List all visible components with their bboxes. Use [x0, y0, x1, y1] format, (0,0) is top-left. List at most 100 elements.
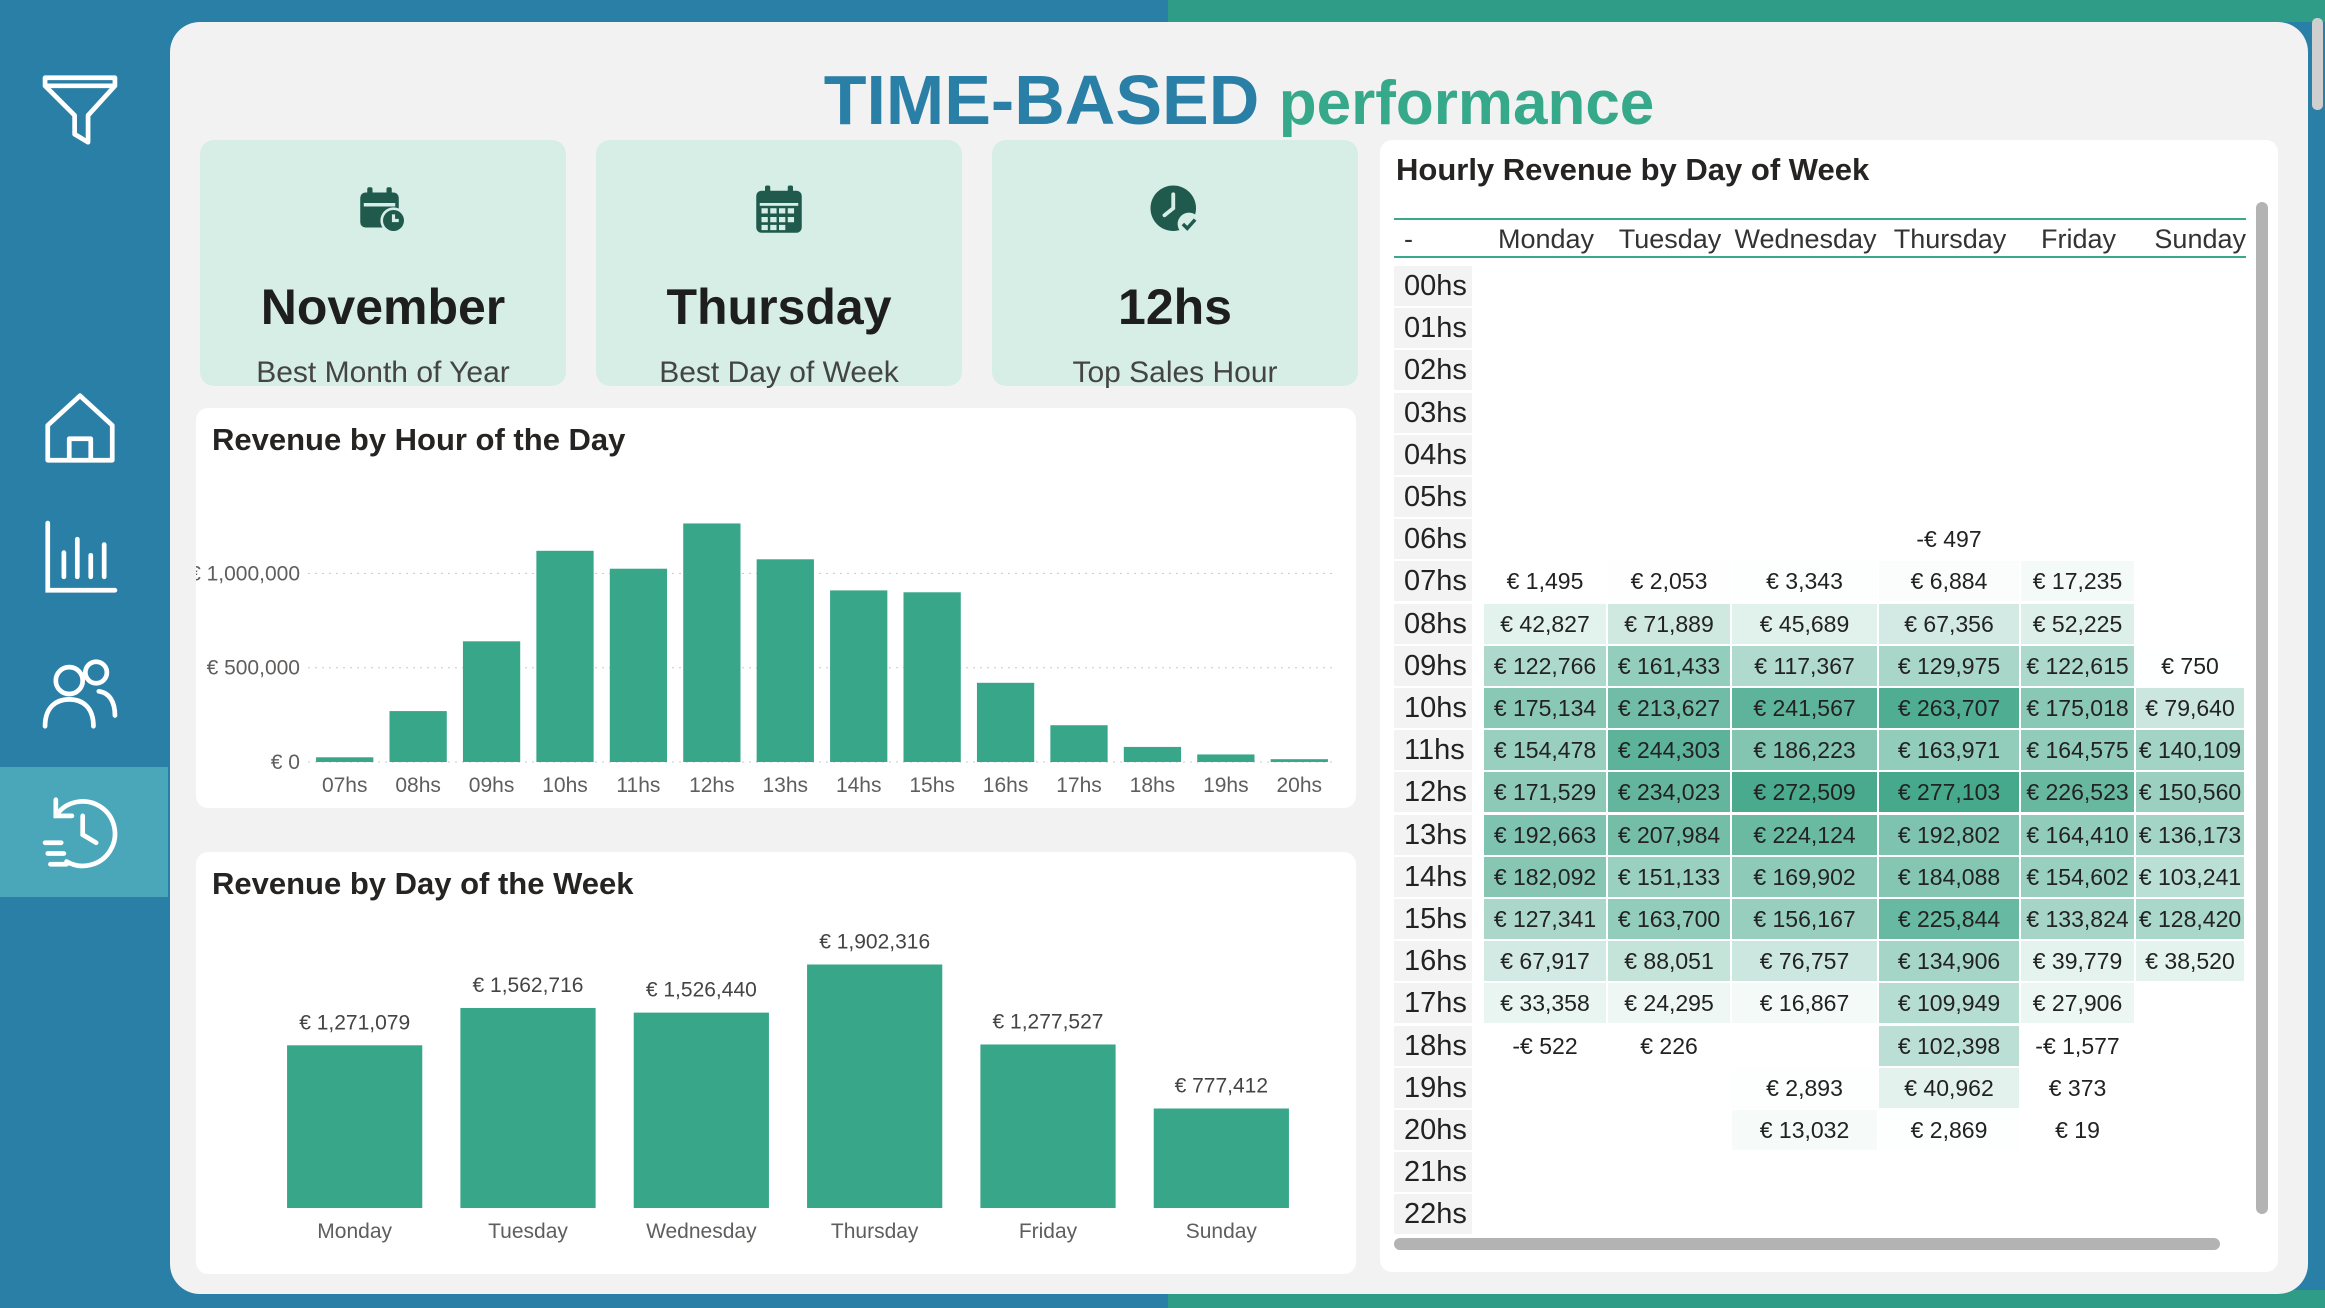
- matrix-horizontal-scrollbar[interactable]: [1394, 1238, 2220, 1250]
- matrix-cell[interactable]: € 175,018: [2021, 688, 2134, 728]
- matrix-cell[interactable]: € 161,433: [1608, 645, 1730, 686]
- column-header-tuesday[interactable]: Tuesday: [1608, 224, 1732, 255]
- matrix-cell[interactable]: € 150,560: [2136, 772, 2244, 813]
- matrix-cell[interactable]: € 102,398: [1879, 1025, 2019, 1066]
- bar[interactable]: [316, 757, 374, 762]
- bar[interactable]: [1153, 1108, 1289, 1208]
- bar[interactable]: [1050, 725, 1108, 762]
- matrix-cell[interactable]: € 117,367: [1732, 645, 1877, 686]
- matrix-cell[interactable]: € 226: [1608, 1025, 1730, 1066]
- matrix-cell[interactable]: € 122,615: [2021, 645, 2134, 686]
- matrix-cell[interactable]: € 234,023: [1608, 772, 1730, 813]
- matrix-cell[interactable]: € 39,779: [2021, 941, 2134, 982]
- matrix-cell[interactable]: € 40,962: [1879, 1067, 2019, 1108]
- matrix-cell[interactable]: € 128,420: [2136, 899, 2244, 939]
- matrix-cell[interactable]: € 154,478: [1484, 730, 1606, 771]
- bar[interactable]: [976, 682, 1035, 762]
- matrix-cell[interactable]: € 207,984: [1608, 814, 1730, 855]
- matrix-cell[interactable]: € 79,640: [2136, 688, 2244, 728]
- matrix-cell[interactable]: € 272,509: [1732, 772, 1877, 813]
- matrix-cell[interactable]: € 163,700: [1608, 899, 1730, 939]
- matrix-cell[interactable]: € 163,971: [1879, 730, 2019, 771]
- matrix-cell[interactable]: € 192,663: [1484, 814, 1606, 855]
- matrix-cell[interactable]: € 16,867: [1732, 983, 1877, 1024]
- column-header-thursday[interactable]: Thursday: [1879, 224, 2021, 255]
- matrix-cell[interactable]: € 164,575: [2021, 730, 2134, 771]
- matrix-cell[interactable]: € 17,235: [2021, 561, 2134, 602]
- matrix-cell[interactable]: € 184,088: [1879, 856, 2019, 897]
- matrix-cell[interactable]: € 154,602: [2021, 856, 2134, 897]
- matrix-cell[interactable]: € 19: [2021, 1110, 2134, 1150]
- matrix-cell[interactable]: € 122,766: [1484, 645, 1606, 686]
- history-icon[interactable]: [30, 782, 130, 882]
- matrix-cell[interactable]: € 169,902: [1732, 856, 1877, 897]
- matrix-cell[interactable]: € 213,627: [1608, 688, 1730, 728]
- matrix-cell[interactable]: € 241,567: [1732, 688, 1877, 728]
- matrix-cell[interactable]: € 224,124: [1732, 814, 1877, 855]
- matrix-cell[interactable]: € 263,707: [1879, 688, 2019, 728]
- matrix-cell[interactable]: € 42,827: [1484, 603, 1606, 644]
- column-header-monday[interactable]: Monday: [1484, 224, 1608, 255]
- matrix-cell[interactable]: € 27,906: [2021, 983, 2134, 1024]
- matrix-cell[interactable]: € 151,133: [1608, 856, 1730, 897]
- matrix-cell[interactable]: € 6,884: [1879, 561, 2019, 602]
- matrix-cell[interactable]: € 186,223: [1732, 730, 1877, 771]
- matrix-cell[interactable]: € 156,167: [1732, 899, 1877, 939]
- matrix-cell[interactable]: € 67,917: [1484, 941, 1606, 982]
- matrix-cell[interactable]: € 277,103: [1879, 772, 2019, 813]
- bar[interactable]: [609, 568, 668, 762]
- bar[interactable]: [830, 590, 888, 762]
- matrix-cell[interactable]: € 103,241: [2136, 856, 2244, 897]
- matrix-cell[interactable]: € 1,495: [1484, 561, 1606, 602]
- matrix-cell[interactable]: € 45,689: [1732, 603, 1877, 644]
- home-icon[interactable]: [30, 378, 130, 478]
- bar[interactable]: [462, 641, 521, 762]
- matrix-cell[interactable]: € 71,889: [1608, 603, 1730, 644]
- matrix-cell[interactable]: € 373: [2021, 1067, 2134, 1108]
- matrix-cell[interactable]: € 133,824: [2021, 899, 2134, 939]
- bar[interactable]: [536, 550, 594, 762]
- matrix-cell[interactable]: € 76,757: [1732, 941, 1877, 982]
- bar[interactable]: [980, 1044, 1116, 1208]
- bar[interactable]: [1270, 759, 1328, 762]
- matrix-cell[interactable]: € 67,356: [1879, 603, 2019, 644]
- bar[interactable]: [807, 964, 943, 1208]
- matrix-cell[interactable]: -€ 497: [1879, 519, 2019, 559]
- matrix-cell[interactable]: -€ 1,577: [2021, 1026, 2134, 1066]
- bar[interactable]: [903, 592, 961, 762]
- bar[interactable]: [756, 559, 814, 762]
- matrix-cell[interactable]: € 127,341: [1484, 899, 1606, 939]
- matrix-cell[interactable]: € 175,134: [1484, 688, 1606, 728]
- matrix-cell[interactable]: € 171,529: [1484, 772, 1606, 813]
- matrix-cell[interactable]: € 38,520: [2136, 941, 2244, 982]
- matrix-cell[interactable]: € 192,802: [1879, 814, 2019, 855]
- matrix-cell[interactable]: € 136,173: [2136, 814, 2244, 855]
- column-header-wednesday[interactable]: Wednesday: [1732, 224, 1879, 255]
- matrix-cell[interactable]: € 226,523: [2021, 772, 2134, 813]
- matrix-cell[interactable]: € 13,032: [1732, 1110, 1877, 1150]
- users-icon[interactable]: [30, 644, 130, 744]
- matrix-cell[interactable]: € 129,975: [1879, 645, 2019, 686]
- matrix-cell[interactable]: -€ 522: [1484, 1026, 1606, 1066]
- bar[interactable]: [633, 1012, 769, 1208]
- matrix-cell[interactable]: € 3,343: [1732, 561, 1877, 602]
- filter-icon[interactable]: [30, 60, 130, 160]
- bar[interactable]: [389, 711, 447, 762]
- matrix-cell[interactable]: € 134,906: [1879, 941, 2019, 982]
- bar[interactable]: [287, 1045, 423, 1208]
- matrix-cell[interactable]: € 244,303: [1608, 730, 1730, 771]
- column-header-friday[interactable]: Friday: [2021, 224, 2136, 255]
- matrix-cell[interactable]: € 2,869: [1879, 1110, 2019, 1150]
- matrix-cell[interactable]: € 750: [2136, 645, 2244, 686]
- page-scrollbar[interactable]: [2312, 18, 2323, 110]
- matrix-cell[interactable]: € 2,053: [1608, 561, 1730, 602]
- matrix-cell[interactable]: € 2,893: [1732, 1067, 1877, 1108]
- matrix-cell[interactable]: € 225,844: [1879, 899, 2019, 939]
- bar[interactable]: [1197, 754, 1255, 762]
- bar[interactable]: [683, 523, 741, 762]
- bar[interactable]: [1123, 746, 1182, 762]
- matrix-cell[interactable]: € 33,358: [1484, 983, 1606, 1024]
- matrix-cell[interactable]: € 109,949: [1879, 983, 2019, 1024]
- matrix-vertical-scrollbar[interactable]: [2256, 202, 2268, 1214]
- matrix-cell[interactable]: € 182,092: [1484, 856, 1606, 897]
